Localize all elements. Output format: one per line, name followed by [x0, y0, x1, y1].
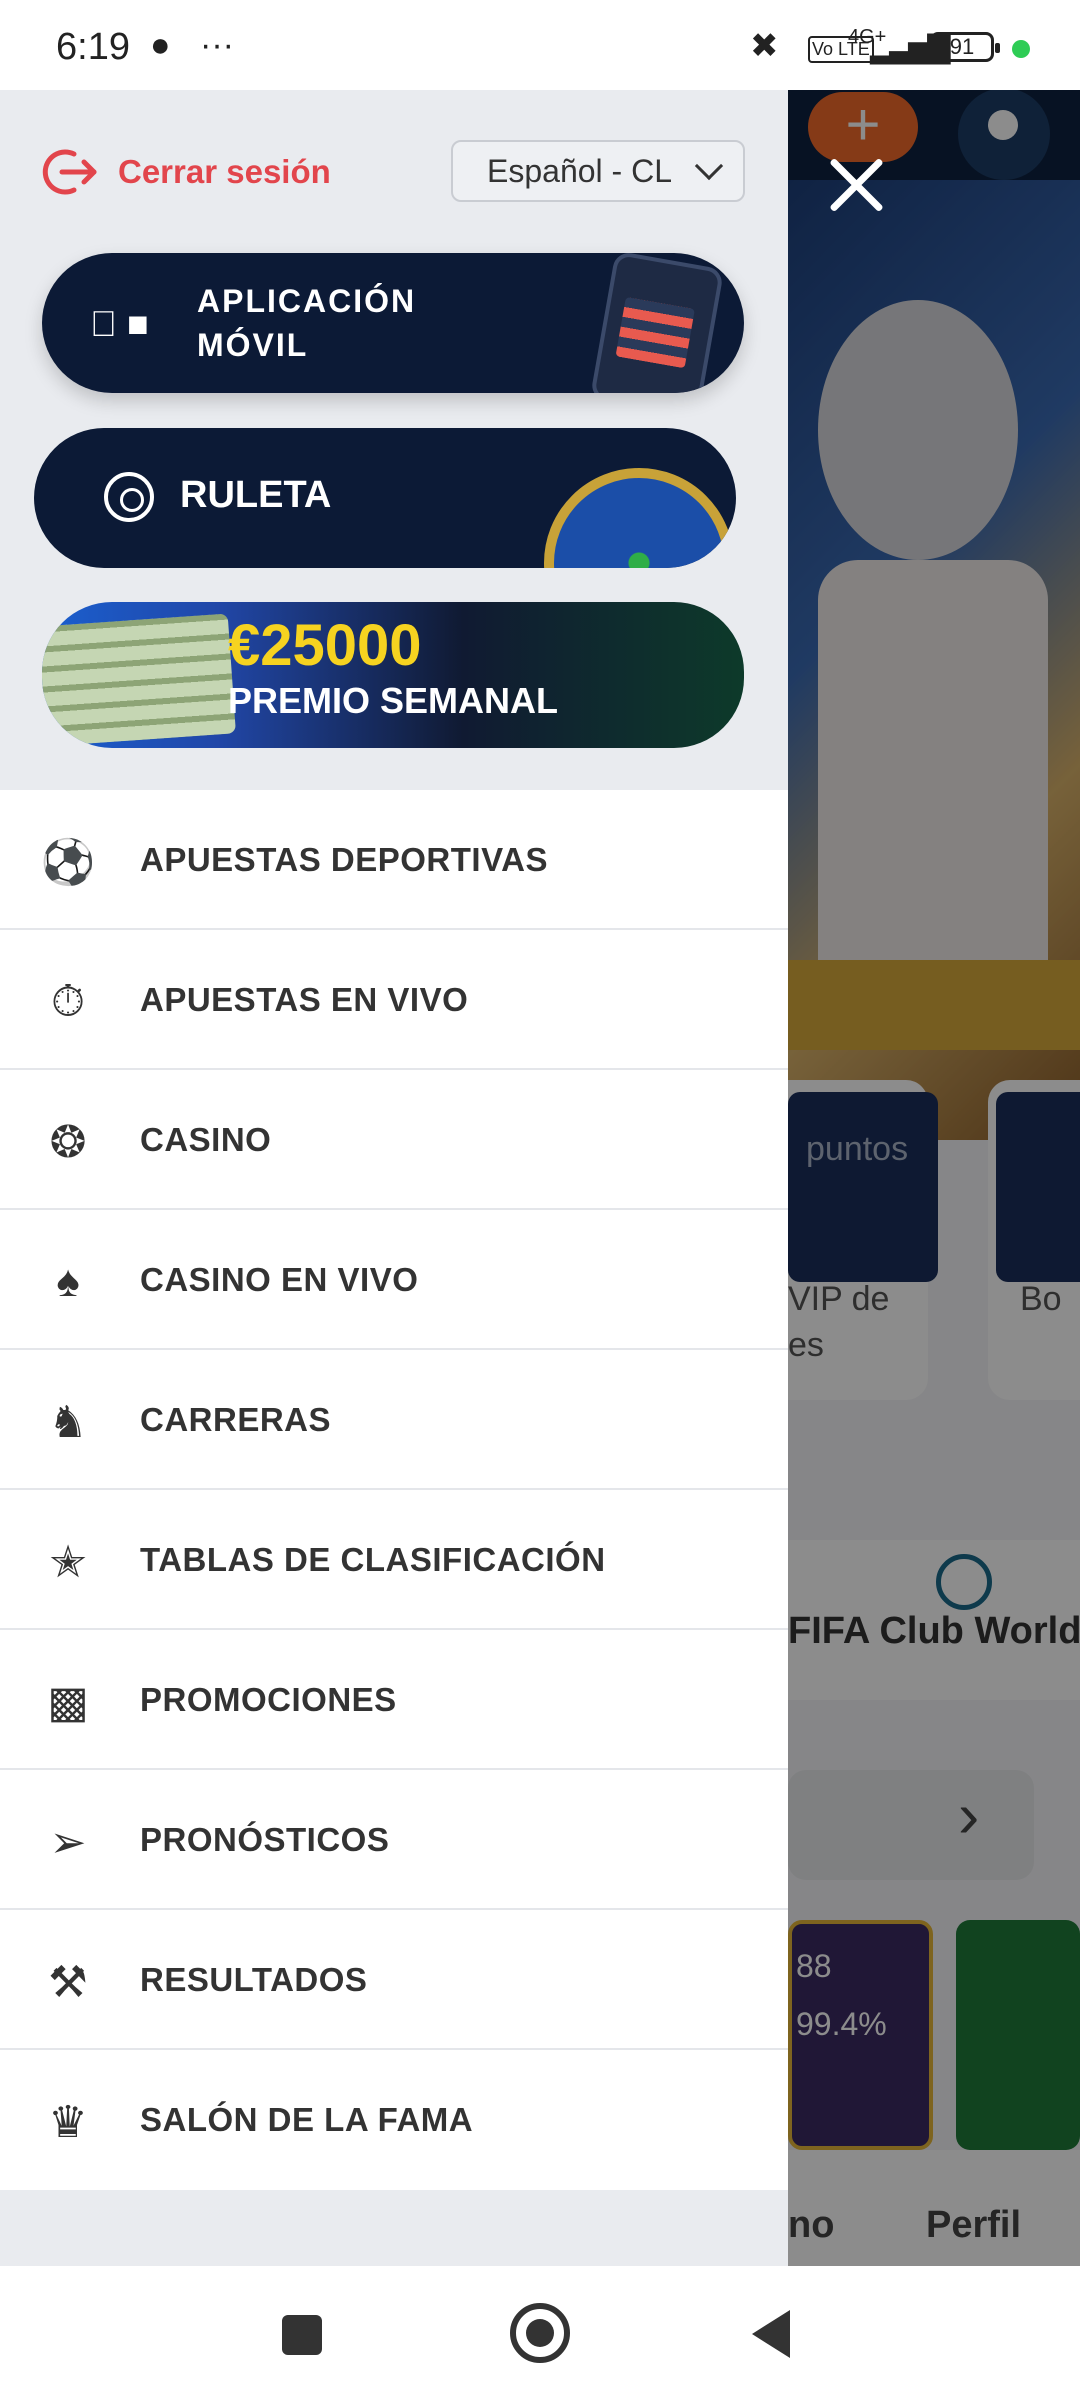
menu-item-label: TABLAS DE CLASIFICACIÓN — [140, 1541, 606, 1578]
prize-amount: €25000 — [228, 613, 422, 678]
cursor-icon: ➢ — [49, 1817, 87, 1867]
gift-icon: ▩ — [47, 1677, 89, 1727]
roulette-banner[interactable]: RULETA — [34, 428, 736, 568]
crossed-hammers-icon: ⚒ — [48, 1957, 88, 2007]
horse-icon: ♞ — [48, 1397, 88, 1447]
star-laurel-icon: ✭ — [49, 1537, 87, 1587]
chat-bubble-icon: ● — [150, 26, 171, 64]
logout-button[interactable]: Cerrar sesión — [40, 142, 331, 202]
close-icon[interactable] — [822, 150, 892, 220]
status-bar: 6:19 ● ··· ✖ Vo LTE 4G+ ▂▃▅▇ 91 — [0, 0, 1080, 90]
system-nav-bar — [0, 2266, 1080, 2400]
menu-item-predictions[interactable]: ➢ PRONÓSTICOS — [0, 1770, 788, 1910]
menu-item-label: APUESTAS EN VIVO — [140, 981, 469, 1018]
status-time: 6:19 — [56, 26, 130, 68]
mobile-app-banner[interactable]:  ■ APLICACIÓN MÓVIL — [42, 253, 744, 393]
menu-item-label: PROMOCIONES — [140, 1681, 397, 1718]
battery-icon: 91 — [930, 32, 1000, 62]
logout-label: Cerrar sesión — [118, 153, 331, 190]
privacy-dot-icon — [1012, 40, 1030, 58]
crown-icon: ♛ — [48, 2097, 88, 2147]
menu-item-label: RESULTADOS — [140, 1961, 368, 1998]
wheel-icon — [104, 472, 154, 522]
menu-item-label: SALÓN DE LA FAMA — [140, 2101, 474, 2138]
roulette-wheel-image — [544, 468, 734, 568]
menu-item-racing[interactable]: ♞ CARRERAS — [0, 1350, 788, 1490]
prize-label: PREMIO SEMANAL — [228, 680, 559, 721]
menu-item-sports-betting[interactable]: ⚽ APUESTAS DEPORTIVAS — [0, 790, 788, 930]
menu-item-label: PRONÓSTICOS — [140, 1821, 390, 1858]
menu-item-results[interactable]: ⚒ RESULTADOS — [0, 1910, 788, 2050]
apple-android-icon:  ■ — [90, 303, 149, 344]
drawer-menu: ⚽ APUESTAS DEPORTIVAS ⏱ APUESTAS EN VIVO… — [0, 790, 788, 2190]
mobile-app-line2: MÓVIL — [197, 327, 309, 363]
weekly-prize-banner[interactable]: €25000 PREMIO SEMANAL — [42, 602, 744, 748]
phone-image — [589, 253, 725, 393]
back-icon[interactable] — [752, 2310, 790, 2358]
menu-item-casino[interactable]: ❂ CASINO — [0, 1070, 788, 1210]
money-stack-image — [42, 613, 236, 747]
menu-item-label: CARRERAS — [140, 1401, 332, 1438]
language-select[interactable]: Español - CL — [451, 140, 745, 202]
menu-item-live-betting[interactable]: ⏱ APUESTAS EN VIVO — [0, 930, 788, 1070]
roulette-label: RULETA — [180, 474, 332, 516]
more-dots-icon: ··· — [200, 26, 234, 64]
soccer-ball-icon: ⚽ — [40, 838, 96, 887]
recents-icon[interactable] — [282, 2315, 322, 2355]
menu-item-leaderboards[interactable]: ✭ TABLAS DE CLASIFICACIÓN — [0, 1490, 788, 1630]
scrim-overlay[interactable] — [788, 90, 1080, 2266]
home-icon[interactable] — [510, 2303, 570, 2363]
chevron-down-icon — [694, 151, 724, 181]
menu-item-promotions[interactable]: ▩ PROMOCIONES — [0, 1630, 788, 1770]
side-drawer: Cerrar sesión Español - CL  ■ APLICACIÓ… — [0, 90, 788, 2266]
language-value: Español - CL — [487, 152, 672, 189]
roulette-icon: ❂ — [49, 1117, 87, 1167]
menu-item-live-casino[interactable]: ♠ CASINO EN VIVO — [0, 1210, 788, 1350]
mute-vibrate-icon: ✖ — [750, 27, 779, 65]
logout-icon — [42, 149, 97, 195]
mobile-app-title: APLICACIÓN MÓVIL — [197, 279, 416, 367]
drawer-header: Cerrar sesión Español - CL  ■ APLICACIÓ… — [0, 90, 788, 790]
menu-item-label: CASINO — [140, 1121, 272, 1158]
menu-item-label: APUESTAS DEPORTIVAS — [140, 841, 548, 878]
menu-item-hall-of-fame[interactable]: ♛ SALÓN DE LA FAMA — [0, 2050, 788, 2190]
mobile-app-line1: APLICACIÓN — [197, 283, 417, 319]
stopwatch-icon: ⏱ — [50, 977, 86, 1026]
menu-item-label: CASINO EN VIVO — [140, 1261, 419, 1298]
cards-icon: ♠ — [56, 1257, 80, 1306]
